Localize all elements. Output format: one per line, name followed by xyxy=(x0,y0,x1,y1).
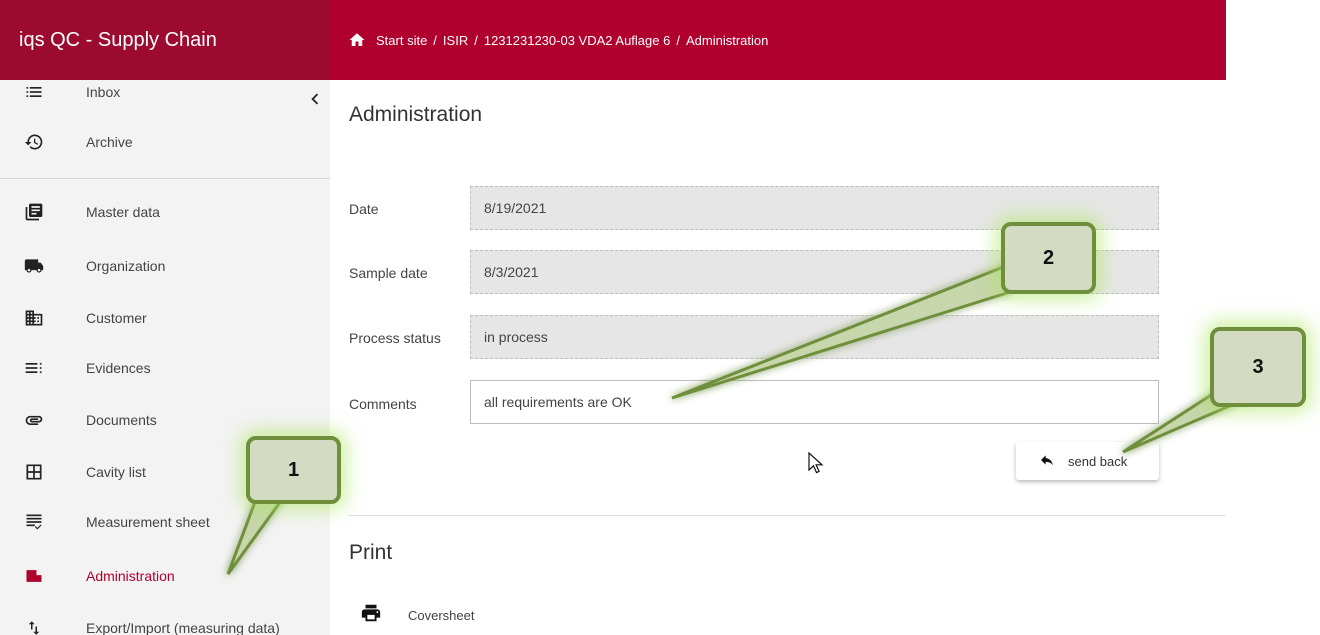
callout-pointers xyxy=(226,263,1252,575)
callout-3: 3 xyxy=(1210,327,1306,407)
callout-1: 1 xyxy=(246,436,341,504)
callout-2: 2 xyxy=(1001,222,1096,294)
app-window: iqs QC - Supply Chain Start site / ISIR … xyxy=(0,0,1320,635)
callout-1-pointer xyxy=(226,492,289,575)
callout-2-pointer xyxy=(671,263,1012,400)
